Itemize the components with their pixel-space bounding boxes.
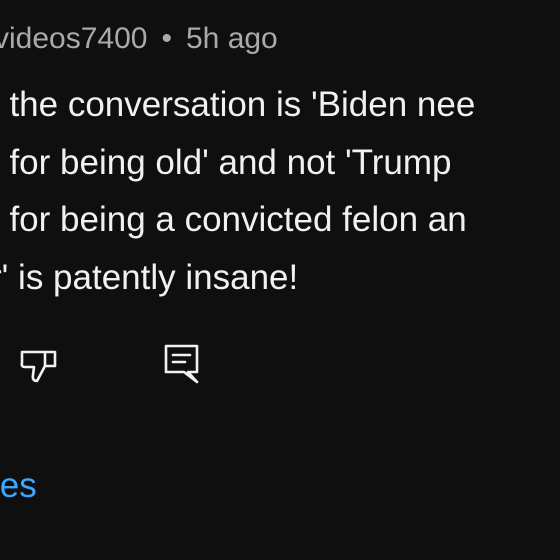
meta-separator: • <box>161 22 172 55</box>
view-replies-link[interactable]: ies <box>0 466 37 506</box>
comment-author[interactable]: videos7400 <box>0 22 147 55</box>
reply-comment-icon <box>164 344 199 384</box>
comment-meta: videos7400 • 5h ago <box>0 22 278 56</box>
comment-body: t the conversation is 'Biden nee t for b… <box>0 76 560 306</box>
reply-button[interactable] <box>162 342 202 386</box>
comment-line: t the conversation is 'Biden nee <box>0 85 476 124</box>
comment-line: t for being old' and not 'Trump <box>0 142 452 182</box>
comment-timestamp: 5h ago <box>185 22 278 55</box>
thumbs-down-icon <box>20 350 57 383</box>
comment-line: t for being a convicted felon an <box>0 200 467 239</box>
comment-line: r' is patently insane! <box>0 257 299 297</box>
dislike-button[interactable] <box>18 344 60 386</box>
